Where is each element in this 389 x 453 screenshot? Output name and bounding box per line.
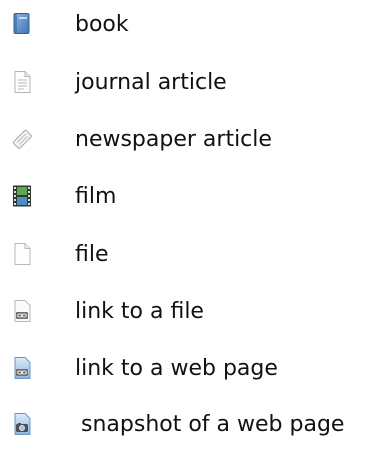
legend-label-film: film [75,184,117,209]
legend-item-link-to-file: link to a file [0,292,389,332]
legend-item-film: film [0,177,389,217]
legend-item-journal-article: journal article [0,63,389,103]
book-icon [10,12,34,36]
legend-label-link-to-file: link to a file [75,299,204,324]
linked-web-page-icon [10,356,34,380]
legend-item-newspaper-article: newspaper article [0,120,389,160]
legend-item-link-to-web-page: link to a web page [0,349,389,389]
legend-label-snapshot-of-web-page: snapshot of a web page [81,412,345,437]
item-type-legend: book journal article newspaper article f… [0,0,389,453]
film-icon [10,184,34,208]
legend-item-file: file [0,235,389,275]
newspaper-article-icon [10,127,34,151]
web-snapshot-icon [10,412,34,436]
file-icon [10,242,34,266]
linked-file-icon [10,299,34,323]
legend-item-snapshot-of-web-page: snapshot of a web page [0,405,389,445]
legend-label-link-to-web-page: link to a web page [75,356,278,381]
legend-label-file: file [75,242,109,267]
legend-label-newspaper-article: newspaper article [75,127,272,152]
legend-item-book: book [0,5,389,45]
legend-label-book: book [75,12,129,37]
journal-article-icon [10,70,34,94]
legend-label-journal-article: journal article [75,70,227,95]
